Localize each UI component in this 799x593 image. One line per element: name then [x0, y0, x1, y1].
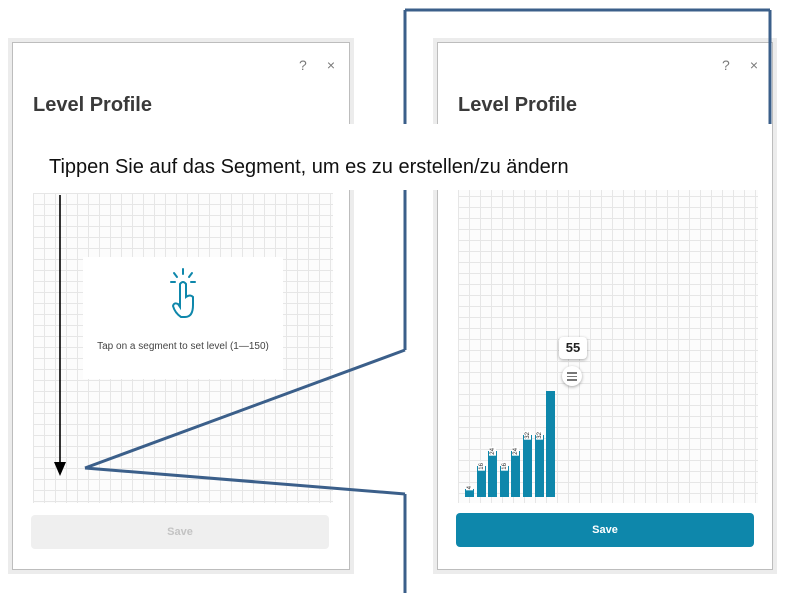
down-arrow-head [54, 462, 66, 476]
pointer-line-2 [84, 466, 406, 496]
pointer-line-1 [84, 348, 406, 470]
annotation-overlay [54, 8, 772, 593]
